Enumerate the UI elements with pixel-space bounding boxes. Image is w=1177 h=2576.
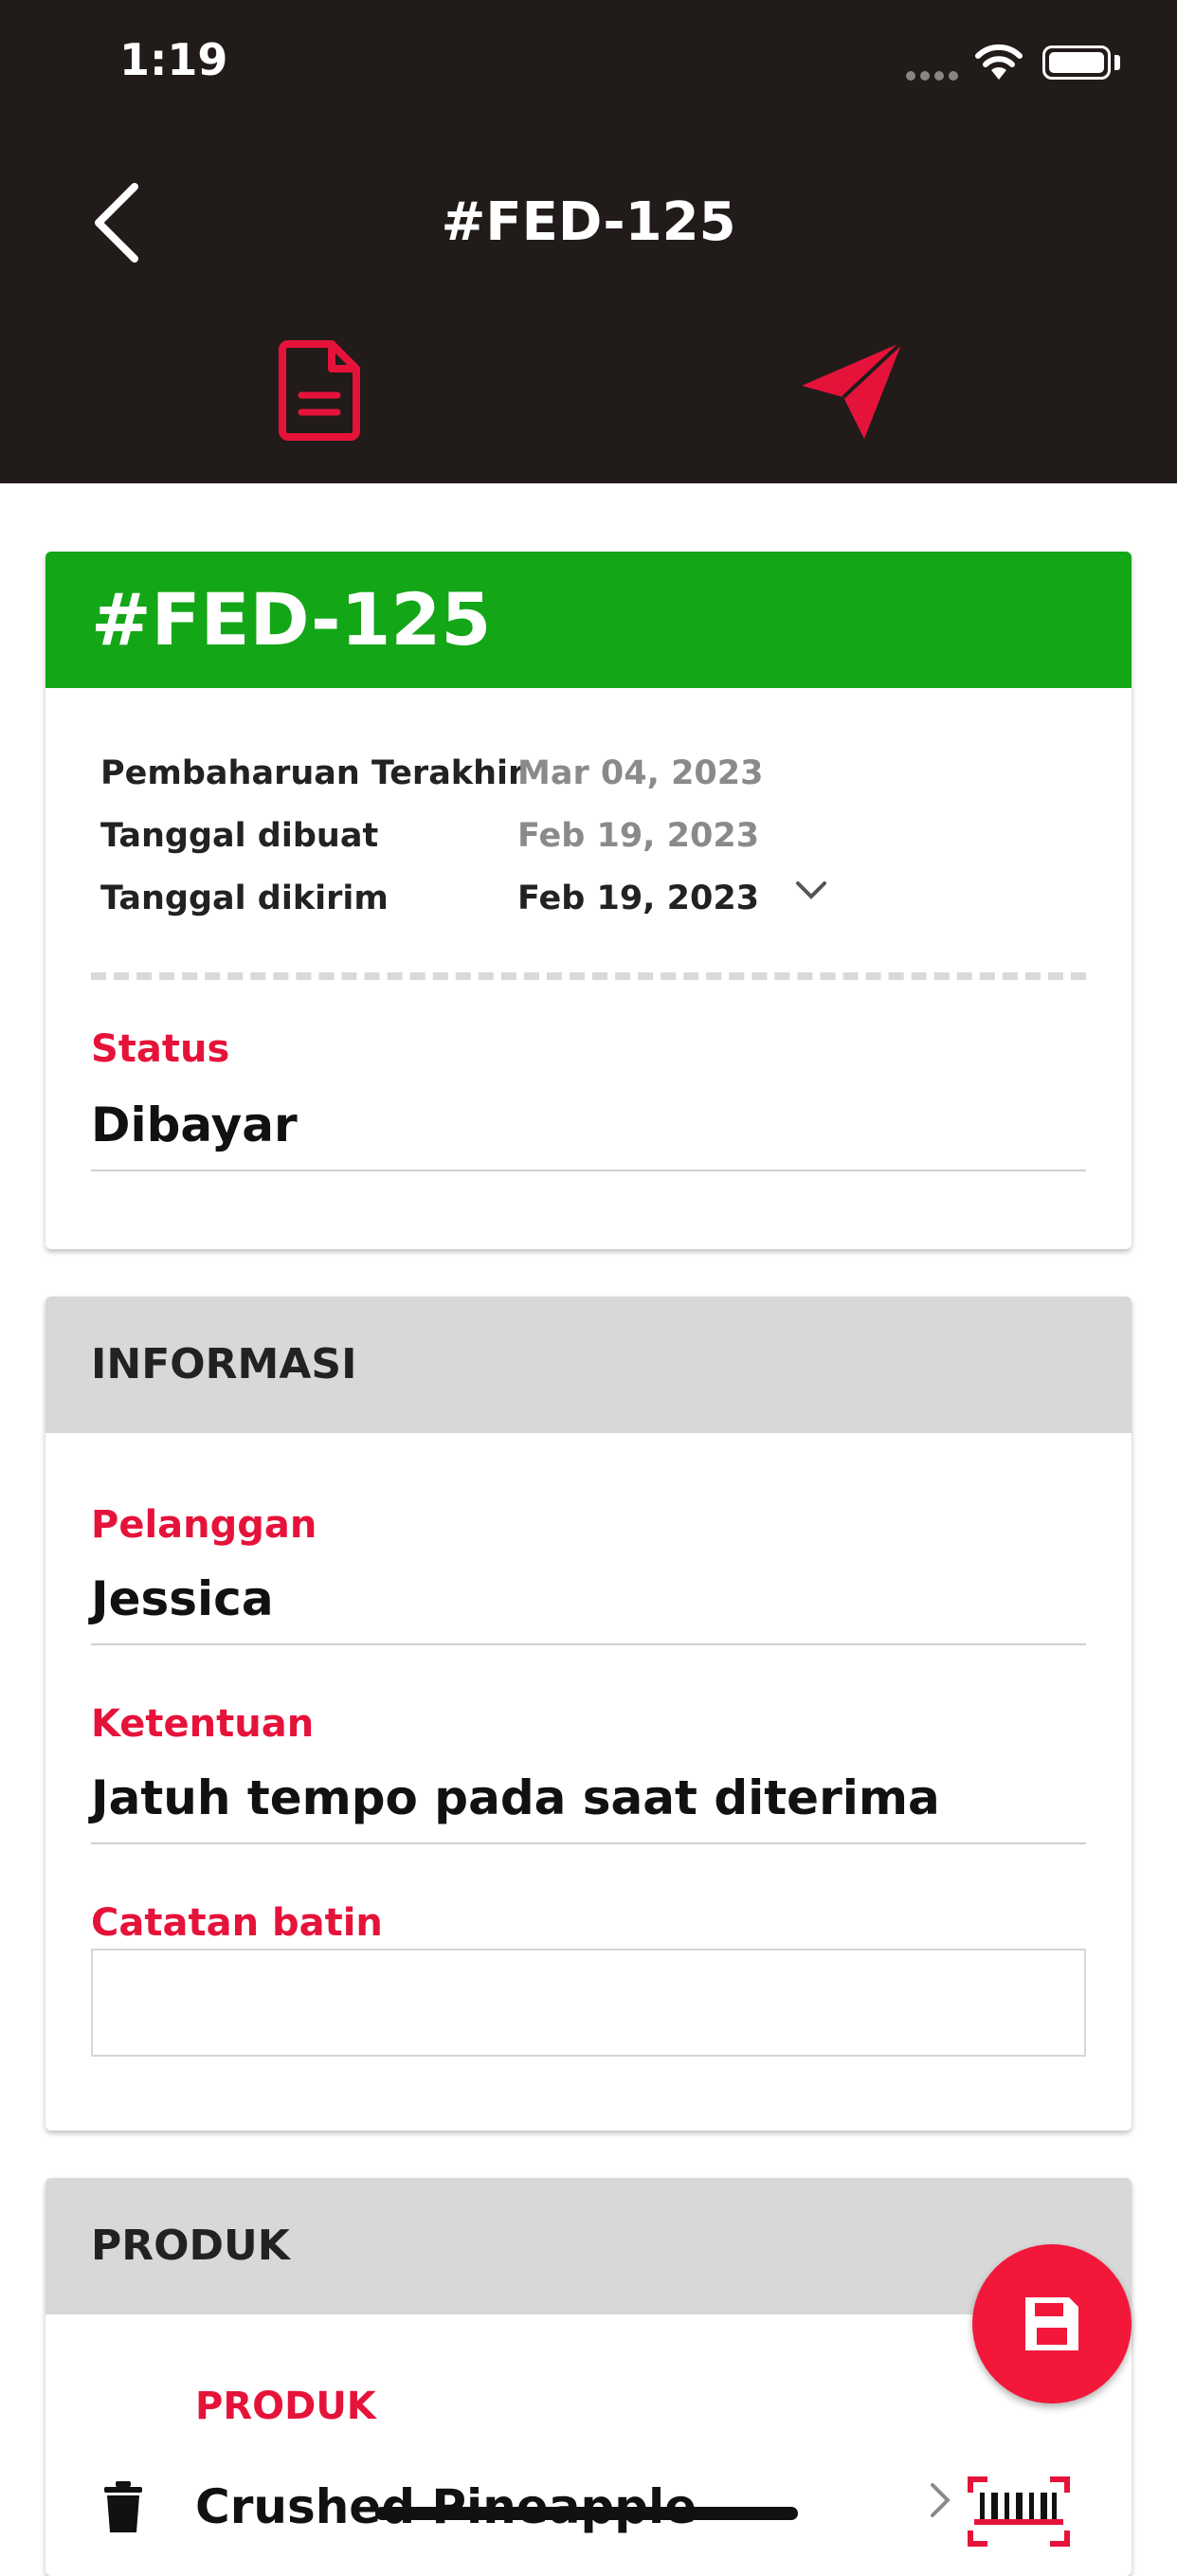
meta-label: Pembaharuan Terakhir xyxy=(100,754,525,792)
wifi-icon xyxy=(975,44,1023,80)
trash-icon[interactable] xyxy=(102,2481,144,2534)
app-header: #FED-125 xyxy=(0,123,1177,483)
divider xyxy=(91,972,1086,980)
customer-label: Pelanggan xyxy=(91,1503,317,1547)
send-icon[interactable] xyxy=(796,336,910,443)
meta-value: Feb 19, 2023 xyxy=(517,817,760,855)
informasi-card: INFORMASI Pelanggan Jessica Ketentuan Ja… xyxy=(45,1297,1132,2131)
barcode-scan-icon[interactable] xyxy=(967,2476,1071,2548)
battery-icon xyxy=(1042,45,1111,80)
order-card: #FED-125 Pembaharuan Terakhir Mar 04, 20… xyxy=(45,552,1132,1249)
home-indicator xyxy=(375,2507,798,2520)
status-time: 1:19 xyxy=(119,34,228,85)
terms-field[interactable]: Jatuh tempo pada saat diterima xyxy=(91,1770,1086,1844)
produk-column-label: PRODUK xyxy=(195,2385,376,2428)
meta-value: Feb 19, 2023 xyxy=(517,880,760,917)
status-field[interactable]: Dibayar xyxy=(91,1098,1086,1171)
signal-icon xyxy=(906,66,963,84)
document-icon[interactable] xyxy=(275,336,370,443)
notes-input[interactable] xyxy=(91,1949,1086,2057)
meta-value: Mar 04, 2023 xyxy=(517,754,764,792)
order-id: #FED-125 xyxy=(45,552,1132,688)
meta-label: Tanggal dibuat xyxy=(100,817,379,855)
meta-label: Tanggal dikirim xyxy=(100,880,389,917)
page-title: #FED-125 xyxy=(441,191,736,253)
chevron-down-icon[interactable] xyxy=(792,872,830,910)
section-header-informasi: INFORMASI xyxy=(45,1297,1132,1433)
chevron-right-icon[interactable] xyxy=(927,2479,953,2521)
status-bar: 1:19 xyxy=(0,0,1177,123)
section-header-produk: PRODUK xyxy=(45,2178,1132,2314)
status-label: Status xyxy=(91,1027,230,1071)
save-icon xyxy=(1025,2297,1078,2350)
terms-label: Ketentuan xyxy=(91,1702,315,1746)
notes-label: Catatan batin xyxy=(91,1901,383,1945)
save-button[interactable] xyxy=(972,2244,1132,2404)
customer-field[interactable]: Jessica xyxy=(91,1571,1086,1645)
